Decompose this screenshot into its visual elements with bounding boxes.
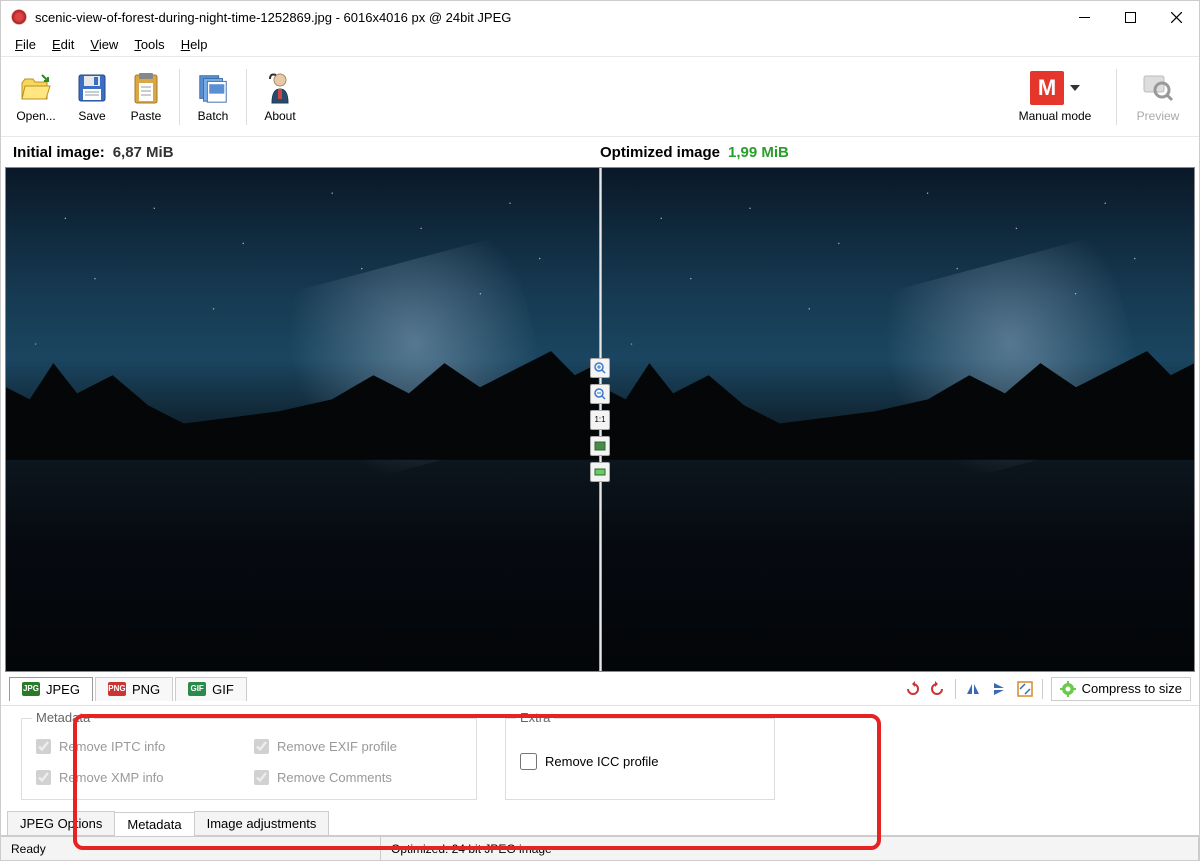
format-tab-jpeg-label: JPEG	[46, 682, 80, 697]
tab-image-adjustments[interactable]: Image adjustments	[194, 811, 330, 835]
gif-badge-icon: GIF	[188, 682, 206, 696]
person-icon	[263, 71, 297, 105]
flip-horizontal-button[interactable]	[964, 680, 982, 698]
optimized-image-pane[interactable]	[602, 168, 1195, 671]
size-info-bar: Initial image: 6,87 MiB Optimized image …	[1, 137, 1199, 167]
open-button[interactable]: Open...	[7, 62, 65, 132]
app-window: scenic-view-of-forest-during-night-time-…	[0, 0, 1200, 861]
about-button[interactable]: About	[253, 62, 307, 132]
zoom-out-button[interactable]	[590, 384, 610, 404]
paste-label: Paste	[131, 109, 162, 123]
toolbar-separator	[1116, 69, 1117, 125]
menu-help[interactable]: Help	[173, 35, 216, 54]
resize-button[interactable]	[1016, 680, 1034, 698]
redo-button[interactable]	[929, 680, 947, 698]
png-badge-icon: PNG	[108, 682, 126, 696]
right-tools: Compress to size	[903, 677, 1191, 701]
compress-to-size-button[interactable]: Compress to size	[1051, 677, 1191, 701]
toolbar-separator	[246, 69, 247, 125]
mode-badge-icon: M	[1030, 71, 1064, 105]
initial-image-size: 6,87 MiB	[113, 144, 174, 161]
remove-iptc-checkbox[interactable]: Remove IPTC info	[36, 739, 244, 754]
minimize-button[interactable]	[1061, 2, 1107, 32]
remove-icc-checkbox[interactable]: Remove ICC profile	[520, 753, 760, 770]
format-tab-gif[interactable]: GIF GIF	[175, 677, 247, 701]
metadata-fieldset: Metadata Remove IPTC info Remove EXIF pr…	[21, 718, 477, 800]
paste-button[interactable]: Paste	[119, 62, 173, 132]
menu-file[interactable]: File	[7, 35, 44, 54]
close-button[interactable]	[1153, 2, 1199, 32]
undo-button[interactable]	[903, 680, 921, 698]
extra-legend: Extra	[516, 710, 554, 725]
format-tab-jpeg[interactable]: JPG JPEG	[9, 677, 93, 701]
tab-metadata[interactable]: Metadata	[114, 812, 194, 836]
save-button[interactable]: Save	[65, 62, 119, 132]
save-label: Save	[78, 109, 105, 123]
gear-icon	[1060, 681, 1076, 697]
titlebar: scenic-view-of-forest-during-night-time-…	[1, 1, 1199, 33]
mode-label: Manual mode	[1019, 109, 1092, 123]
maximize-button[interactable]	[1107, 2, 1153, 32]
metadata-legend: Metadata	[32, 710, 94, 725]
bottom-tabs: JPEG Options Metadata Image adjustments	[1, 808, 1199, 836]
toolbar: Open... Save Paste Batch About M Manual …	[1, 57, 1199, 137]
compress-label: Compress to size	[1082, 681, 1182, 696]
open-label: Open...	[16, 109, 55, 123]
zoom-in-button[interactable]	[590, 358, 610, 378]
fit-window-button[interactable]	[590, 436, 610, 456]
status-ready: Ready	[1, 837, 381, 860]
preview-label: Preview	[1137, 109, 1180, 123]
batch-label: Batch	[198, 109, 229, 123]
initial-image-label: Initial image:	[13, 144, 105, 161]
menu-tools[interactable]: Tools	[126, 35, 172, 54]
chevron-down-icon	[1070, 85, 1080, 91]
magnifier-icon	[1141, 71, 1175, 105]
toolbar-separator	[179, 69, 180, 125]
about-label: About	[264, 109, 295, 123]
format-tabs-row: JPG JPEG PNG PNG GIF GIF Compress to siz…	[1, 672, 1199, 706]
image-compare-area: 1:1	[5, 167, 1195, 672]
extra-fieldset: Extra Remove ICC profile	[505, 718, 775, 800]
remove-comments-checkbox[interactable]: Remove Comments	[254, 770, 462, 785]
window-controls	[1061, 2, 1199, 32]
zoom-toolbar: 1:1	[588, 356, 612, 484]
app-icon	[11, 9, 27, 25]
documents-stack-icon	[196, 71, 230, 105]
optimized-image-size: 1,99 MiB	[728, 144, 789, 161]
tab-jpeg-options[interactable]: JPEG Options	[7, 811, 115, 835]
clipboard-icon	[129, 71, 163, 105]
initial-image-pane[interactable]	[6, 168, 599, 671]
statusbar: Ready Optimized: 24 bit JPEG image	[1, 836, 1199, 860]
fit-width-button[interactable]	[590, 462, 610, 482]
folder-open-icon	[19, 71, 53, 105]
metadata-settings-panel: Metadata Remove IPTC info Remove EXIF pr…	[1, 706, 1199, 808]
zoom-actual-button[interactable]: 1:1	[590, 410, 610, 430]
menubar: File Edit View Tools Help	[1, 33, 1199, 57]
jpeg-badge-icon: JPG	[22, 682, 40, 696]
flip-vertical-button[interactable]	[990, 680, 1008, 698]
menu-edit[interactable]: Edit	[44, 35, 82, 54]
floppy-icon	[75, 71, 109, 105]
format-tab-png-label: PNG	[132, 682, 160, 697]
window-title: scenic-view-of-forest-during-night-time-…	[35, 10, 1061, 25]
batch-button[interactable]: Batch	[186, 62, 240, 132]
menu-view[interactable]: View	[82, 35, 126, 54]
status-optimized: Optimized: 24 bit JPEG image	[381, 837, 1199, 860]
format-tab-gif-label: GIF	[212, 682, 234, 697]
preview-button[interactable]: Preview	[1123, 71, 1193, 123]
remove-exif-checkbox[interactable]: Remove EXIF profile	[254, 739, 462, 754]
mode-selector[interactable]: M Manual mode	[1000, 71, 1110, 123]
format-tab-png[interactable]: PNG PNG	[95, 677, 173, 701]
optimized-image-label: Optimized image	[600, 144, 720, 161]
remove-xmp-checkbox[interactable]: Remove XMP info	[36, 770, 244, 785]
